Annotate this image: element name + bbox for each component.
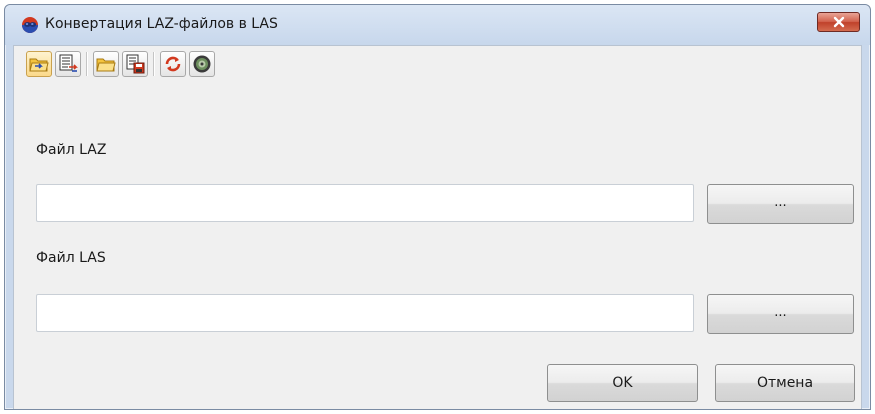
settings-button[interactable] <box>189 51 215 77</box>
refresh-button[interactable] <box>160 51 186 77</box>
close-icon <box>833 16 844 28</box>
cancel-button[interactable]: Отмена <box>715 364 855 402</box>
close-button[interactable] <box>817 12 860 32</box>
dialog-body: Файл LAZ ... Файл LAS ... OK Отмена <box>13 45 862 409</box>
dialog-window: Конвертация LAZ-файлов в LAS Файл LAZ ..… <box>4 4 871 410</box>
browse-laz-label: ... <box>774 194 787 210</box>
save-document-icon <box>126 54 145 74</box>
batch-convert-button[interactable] <box>55 51 81 77</box>
browse-laz-button[interactable]: ... <box>707 184 854 224</box>
ok-button[interactable]: OK <box>547 364 698 402</box>
open-folder-arrow-icon <box>29 58 49 72</box>
settings-gear-icon <box>193 55 211 73</box>
las-file-input[interactable] <box>36 294 694 332</box>
laz-file-input[interactable] <box>36 184 694 222</box>
save-button[interactable] <box>122 51 148 77</box>
toolbar-separator <box>86 52 88 76</box>
refresh-icon <box>165 56 181 72</box>
laz-file-label: Файл LAZ <box>36 142 107 158</box>
toolbar <box>26 49 218 79</box>
title-bar[interactable]: Конвертация LAZ-файлов в LAS <box>5 5 870 45</box>
open-button[interactable] <box>93 51 119 77</box>
las-file-label: Файл LAS <box>36 250 106 266</box>
browse-las-label: ... <box>774 304 787 320</box>
open-laz-button[interactable] <box>26 51 52 77</box>
window-title: Конвертация LAZ-файлов в LAS <box>45 16 278 32</box>
browse-las-button[interactable]: ... <box>707 294 854 334</box>
app-logo-icon <box>22 17 38 33</box>
toolbar-separator <box>153 52 155 76</box>
open-folder-icon <box>96 58 116 72</box>
document-list-arrow-icon <box>59 54 78 72</box>
